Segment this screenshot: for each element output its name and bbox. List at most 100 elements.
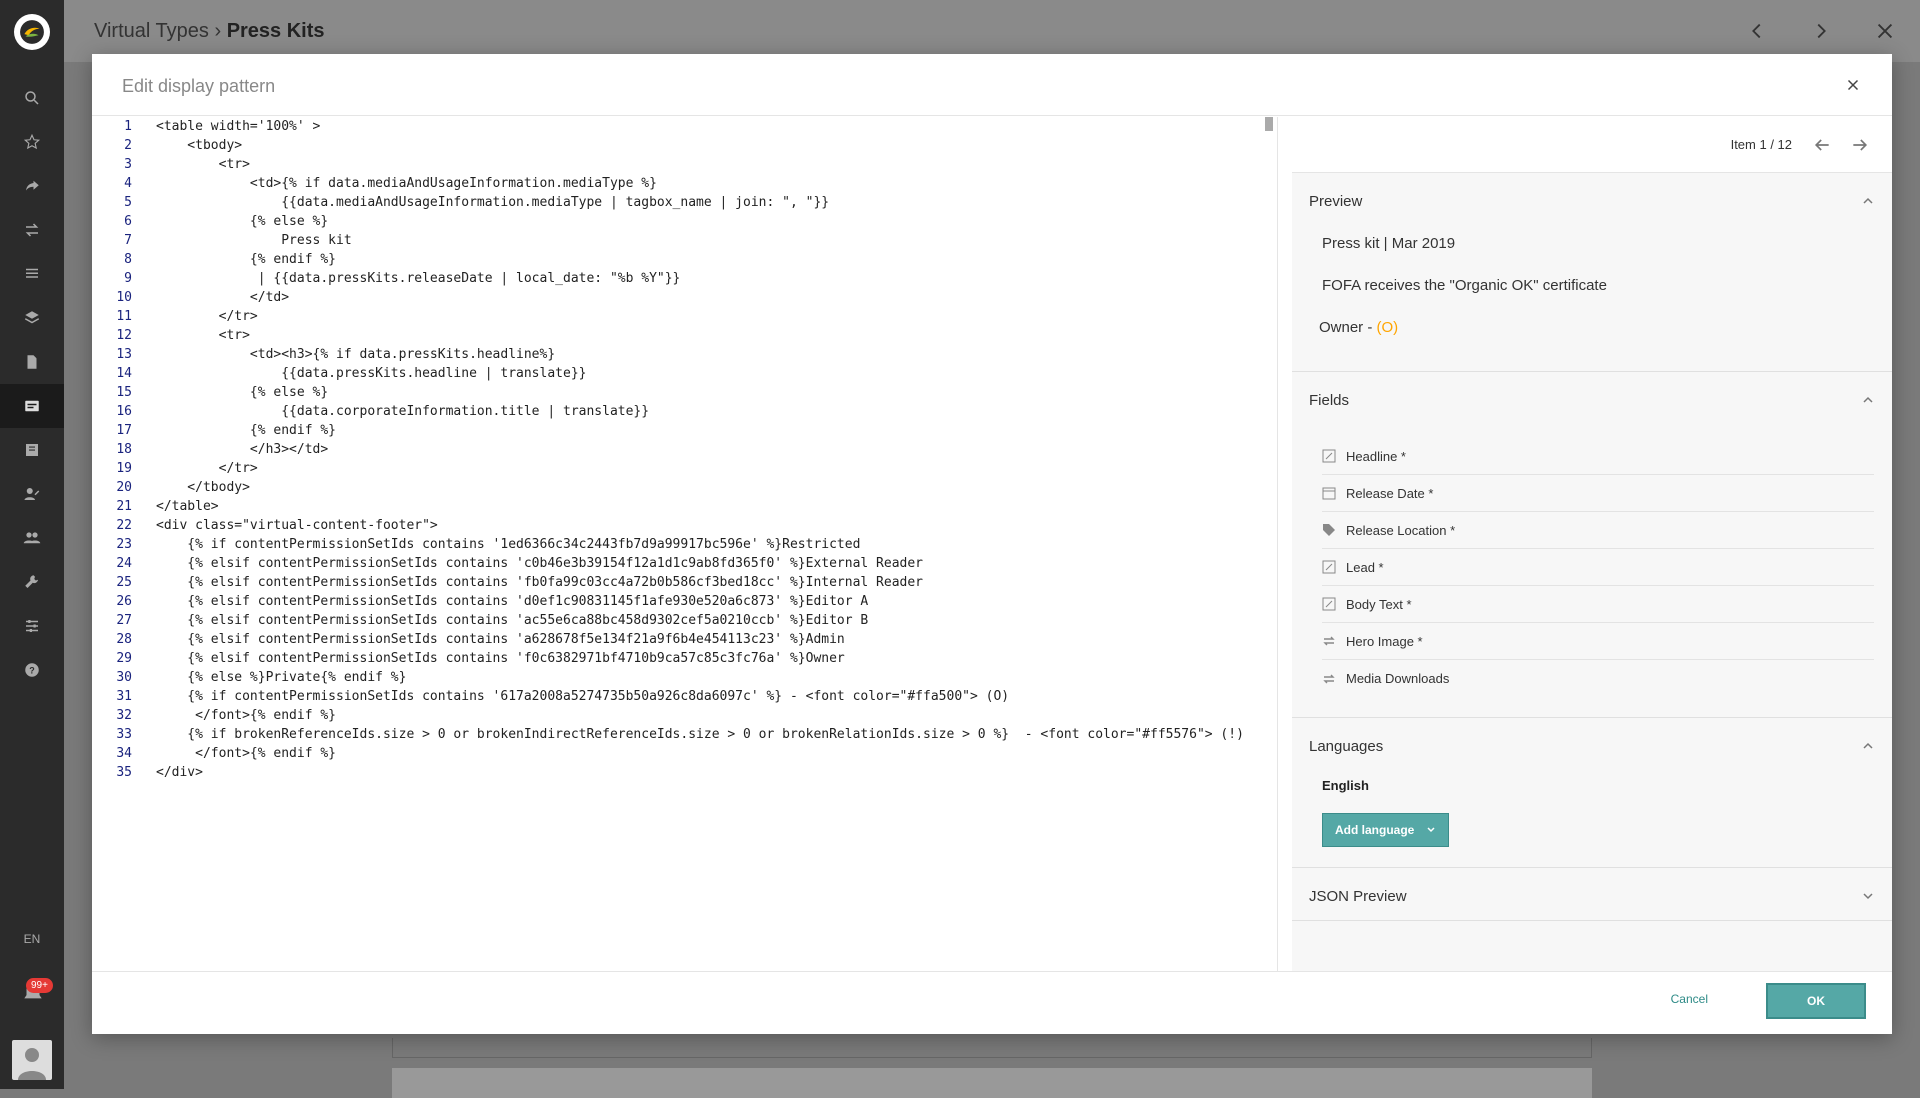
avatar[interactable] xyxy=(12,1040,52,1080)
code-line[interactable]: 33 {% if brokenReferenceIds.size > 0 or … xyxy=(92,725,1277,744)
owner-label: Owner - xyxy=(1319,319,1377,336)
code-text: | {{data.pressKits.releaseDate | local_d… xyxy=(156,271,681,286)
field-item[interactable]: Hero Image * xyxy=(1322,623,1874,660)
code-line[interactable]: 29 {% elsif contentPermissionSetIds cont… xyxy=(92,649,1277,668)
user-edit-icon[interactable] xyxy=(0,472,64,516)
list-icon[interactable] xyxy=(0,252,64,296)
close-icon[interactable] xyxy=(1844,76,1862,94)
field-item[interactable]: Release Date * xyxy=(1322,475,1874,512)
wrench-icon[interactable] xyxy=(0,560,64,604)
chevron-left-icon[interactable] xyxy=(1746,20,1768,42)
arrow-right-icon[interactable] xyxy=(1850,135,1870,155)
code-line[interactable]: 35 </div> xyxy=(92,763,1277,782)
field-item[interactable]: Body Text * xyxy=(1322,586,1874,623)
code-line[interactable]: 24 {% elsif contentPermissionSetIds cont… xyxy=(92,554,1277,573)
code-line[interactable]: 6 {% else %} xyxy=(92,212,1277,231)
line-number: 9 xyxy=(124,271,132,286)
code-line[interactable]: 19 </tr> xyxy=(92,459,1277,478)
code-line[interactable]: 7 Press kit xyxy=(92,231,1277,250)
field-item[interactable]: Lead * xyxy=(1322,549,1874,586)
line-number: 18 xyxy=(116,442,132,457)
line-number: 7 xyxy=(124,233,132,248)
add-language-button[interactable]: Add language xyxy=(1322,813,1450,847)
code-text: Press kit xyxy=(156,233,352,248)
fields-header[interactable]: Fields xyxy=(1292,372,1892,424)
code-text: {{data.pressKits.headline | translate}} xyxy=(156,366,587,381)
relation-icon xyxy=(1323,674,1335,683)
code-text: </h3></td> xyxy=(156,442,329,457)
code-line[interactable]: 4 <td>{% if data.mediaAndUsageInformatio… xyxy=(92,174,1277,193)
code-line[interactable]: 25 {% elsif contentPermissionSetIds cont… xyxy=(92,573,1277,592)
code-line[interactable]: 3 <tr> xyxy=(92,155,1277,174)
chevron-down-icon[interactable] xyxy=(1862,890,1874,902)
chevron-up-icon[interactable] xyxy=(1862,740,1874,752)
field-item[interactable]: Release Location * xyxy=(1322,512,1874,549)
ok-button[interactable]: OK xyxy=(1766,983,1866,1019)
code-line[interactable]: 10 </td> xyxy=(92,288,1277,307)
chevron-up-icon[interactable] xyxy=(1862,394,1874,406)
code-line[interactable]: 34 </font>{% endif %} xyxy=(92,744,1277,763)
field-item[interactable]: Media Downloads xyxy=(1322,660,1874,697)
line-number: 6 xyxy=(124,214,132,229)
cancel-button[interactable]: Cancel xyxy=(1671,992,1708,1006)
code-text: </tr> xyxy=(156,461,258,476)
code-line[interactable]: 5 {{data.mediaAndUsageInformation.mediaT… xyxy=(92,193,1277,212)
field-label: Lead * xyxy=(1346,559,1384,575)
document-icon[interactable] xyxy=(0,340,64,384)
line-number: 30 xyxy=(116,670,132,685)
code-line[interactable]: 22 <div class="virtual-content-footer"> xyxy=(92,516,1277,535)
line-number: 27 xyxy=(116,613,132,628)
code-line[interactable]: 13 <td><h3>{% if data.pressKits.headline… xyxy=(92,345,1277,364)
book-icon[interactable] xyxy=(0,428,64,472)
preview-header[interactable]: Preview xyxy=(1292,173,1892,225)
line-number: 11 xyxy=(116,309,132,324)
search-icon[interactable] xyxy=(0,76,64,120)
chevron-right-icon[interactable] xyxy=(1810,20,1832,42)
close-page-icon[interactable] xyxy=(1874,20,1896,42)
code-line[interactable]: 1 <table width='100%' > xyxy=(92,117,1277,136)
language-english[interactable]: English xyxy=(1322,778,1862,793)
code-line[interactable]: 30 {% else %}Private{% endif %} xyxy=(92,668,1277,687)
code-line[interactable]: 17 {% endif %} xyxy=(92,421,1277,440)
preview-section: Preview Press kit | Mar 2019 FOFA receiv… xyxy=(1292,173,1892,372)
json-preview-header[interactable]: JSON Preview xyxy=(1292,868,1892,920)
code-line[interactable]: 14 {{data.pressKits.headline | translate… xyxy=(92,364,1277,383)
arrow-left-icon[interactable] xyxy=(1812,135,1832,155)
app-logo[interactable] xyxy=(14,14,50,50)
code-line[interactable]: 23 {% if contentPermissionSetIds contain… xyxy=(92,535,1277,554)
share-icon[interactable] xyxy=(0,164,64,208)
code-line[interactable]: 18 </h3></td> xyxy=(92,440,1277,459)
layers-icon[interactable] xyxy=(0,296,64,340)
code-line[interactable]: 28 {% elsif contentPermissionSetIds cont… xyxy=(92,630,1277,649)
line-number: 23 xyxy=(116,537,132,552)
virtual-types-icon[interactable] xyxy=(0,384,64,428)
code-line[interactable]: 16 {{data.corporateInformation.title | t… xyxy=(92,402,1277,421)
code-line[interactable]: 12 <tr> xyxy=(92,326,1277,345)
transfer-icon[interactable] xyxy=(0,208,64,252)
code-line[interactable]: 26 {% elsif contentPermissionSetIds cont… xyxy=(92,592,1277,611)
field-item[interactable]: Headline * xyxy=(1322,438,1874,475)
star-icon[interactable] xyxy=(0,120,64,164)
line-number: 34 xyxy=(116,746,132,761)
chevron-up-icon[interactable] xyxy=(1862,195,1874,207)
code-line[interactable]: 27 {% elsif contentPermissionSetIds cont… xyxy=(92,611,1277,630)
breadcrumb-parent[interactable]: Virtual Types xyxy=(94,20,209,42)
sliders-icon[interactable] xyxy=(0,604,64,648)
code-line[interactable]: 11 </tr> xyxy=(92,307,1277,326)
line-number: 3 xyxy=(124,157,132,172)
code-line[interactable]: 2 <tbody> xyxy=(92,136,1277,155)
code-line[interactable]: 32 </font>{% endif %} xyxy=(92,706,1277,725)
code-line[interactable]: 15 {% else %} xyxy=(92,383,1277,402)
code-editor[interactable]: 1 <table width='100%' >2 <tbody> 3 <tr> 4 <… xyxy=(92,117,1278,971)
users-icon[interactable] xyxy=(0,516,64,560)
json-preview-heading: JSON Preview xyxy=(1309,888,1407,905)
add-language-label: Add language xyxy=(1335,823,1415,837)
language-switch[interactable]: EN xyxy=(0,932,64,946)
code-line[interactable]: 8 {% endif %} xyxy=(92,250,1277,269)
languages-header[interactable]: Languages xyxy=(1292,718,1892,770)
code-line[interactable]: 9 | {{data.pressKits.releaseDate | local… xyxy=(92,269,1277,288)
code-line[interactable]: 21 </table> xyxy=(92,497,1277,516)
help-icon[interactable]: ? xyxy=(0,648,64,692)
code-line[interactable]: 31 {% if contentPermissionSetIds contain… xyxy=(92,687,1277,706)
code-line[interactable]: 20 </tbody> xyxy=(92,478,1277,497)
